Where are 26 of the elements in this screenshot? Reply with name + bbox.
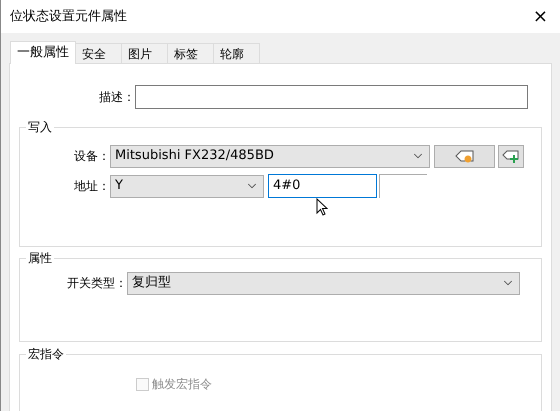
tag-button[interactable] <box>434 144 495 168</box>
address-field[interactable]: 4#0 <box>268 174 377 198</box>
group-title: 写入 <box>26 119 54 135</box>
window-title: 位状态设置元件属性 <box>10 8 127 26</box>
field-label: 开关类型： <box>66 275 127 292</box>
field-label: 描述： <box>98 89 135 106</box>
mouse-cursor-icon <box>316 198 328 216</box>
tab[interactable]: 图片 <box>122 43 168 63</box>
field-label: 地址： <box>73 178 110 195</box>
address-type-dropdown[interactable]: Y <box>110 174 264 198</box>
device-dropdown[interactable]: Mitsubishi FX232/485BD <box>110 144 430 168</box>
field-label: 设备： <box>73 148 110 165</box>
switch-type-dropdown[interactable]: 复归型 <box>127 272 520 294</box>
tab[interactable]: 轮廓 <box>214 43 260 63</box>
checkbox-label: 触发宏指令 <box>152 376 212 393</box>
tag-icon <box>454 149 474 163</box>
tab[interactable]: 标签 <box>168 43 214 63</box>
tag-plus-icon <box>502 149 520 163</box>
tab[interactable]: 一般属性 <box>10 41 76 64</box>
group-title: 宏指令 <box>26 346 66 362</box>
tab[interactable]: 安全 <box>76 43 122 63</box>
add-tag-button[interactable] <box>498 144 524 168</box>
group-title: 属性 <box>26 250 54 266</box>
field-edge <box>379 174 427 198</box>
description-field[interactable] <box>135 85 528 109</box>
close-button[interactable]: × <box>532 8 548 26</box>
